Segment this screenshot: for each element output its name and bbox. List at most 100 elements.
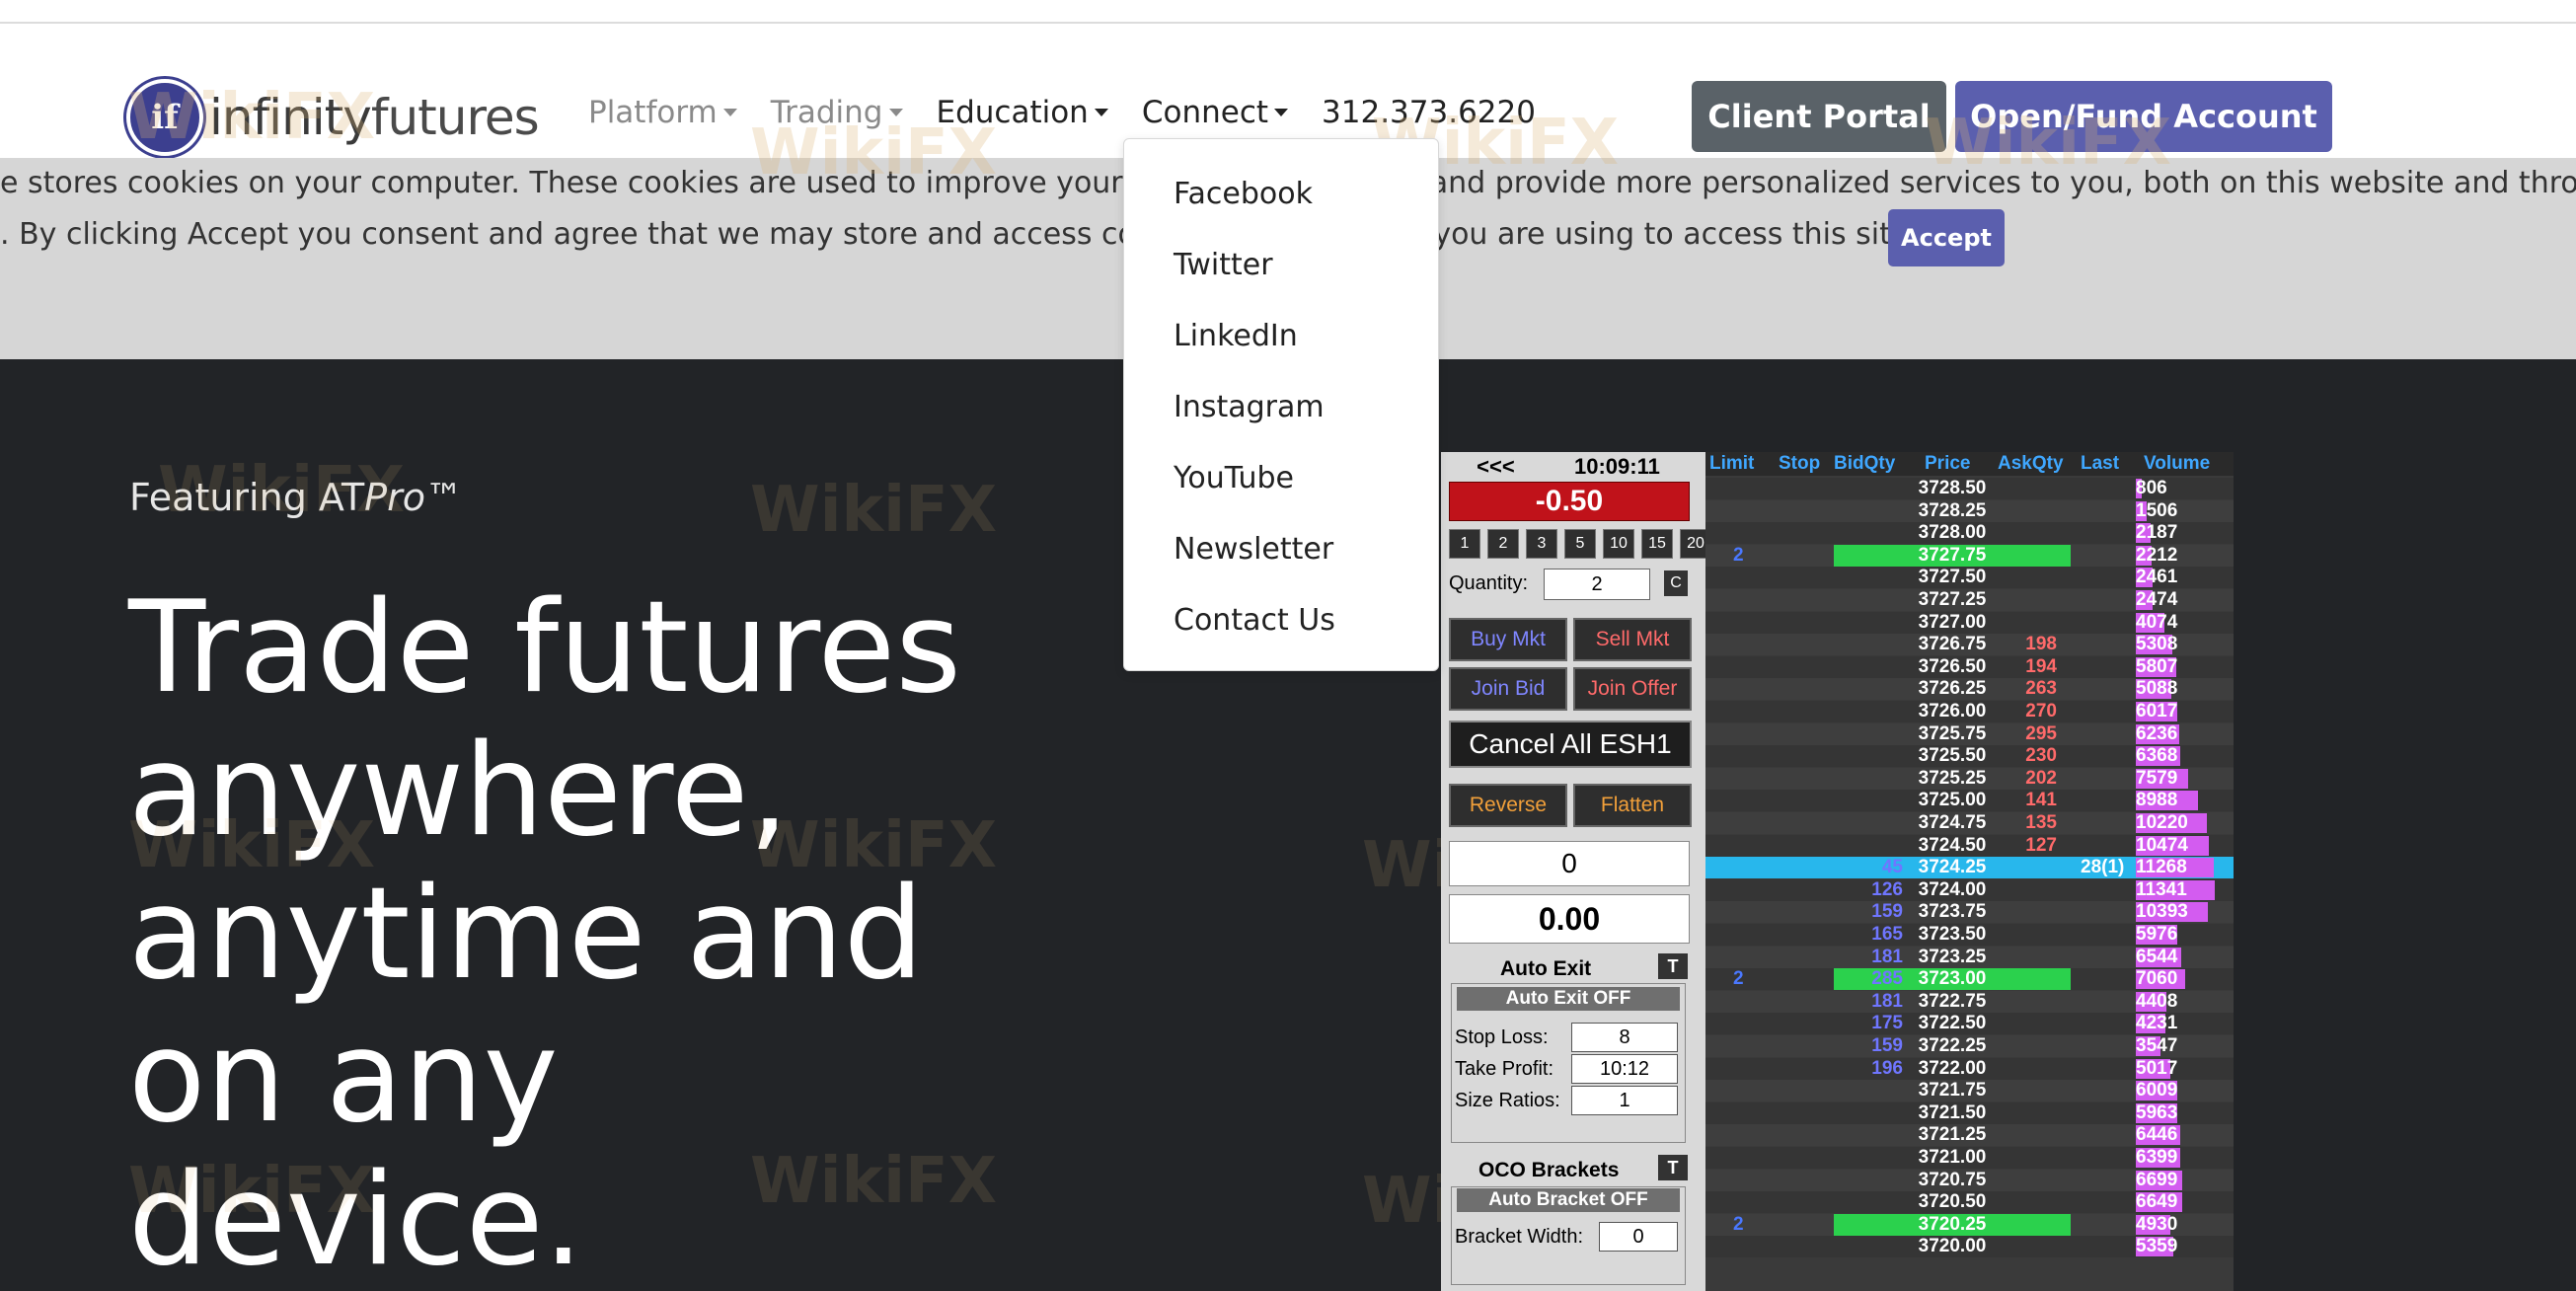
last-trade: 28(1): [2081, 857, 2125, 878]
ladder-row[interactable]: 3725.25 202 7579: [1705, 767, 2234, 790]
dropdown-item-facebook[interactable]: Facebook: [1174, 165, 1335, 236]
buy-market-button[interactable]: Buy Mkt: [1449, 618, 1567, 661]
price-cell: 3727.50: [1918, 567, 1987, 588]
stop-loss-label: Stop Loss:: [1455, 1026, 1549, 1048]
ladder-row[interactable]: 181 3722.75 4408: [1705, 990, 2234, 1013]
dropdown-item-linkedin[interactable]: LinkedIn: [1174, 307, 1335, 378]
ladder-row[interactable]: 3728.00 2187: [1705, 522, 2234, 545]
ask-qty: 194: [2025, 655, 2057, 677]
nav-platform[interactable]: Platform: [588, 95, 737, 130]
back-button[interactable]: <<<: [1477, 454, 1515, 480]
volume-cell: 6368: [2136, 745, 2178, 767]
price-cell: 3720.25: [1918, 1213, 1987, 1235]
open-fund-account-button[interactable]: Open/Fund Account: [1955, 81, 2332, 152]
price-cell: 3721.25: [1918, 1124, 1987, 1146]
ladder-row[interactable]: 3727.50 2461: [1705, 567, 2234, 589]
dropdown-item-newsletter[interactable]: Newsletter: [1174, 520, 1335, 591]
bracket-width-input[interactable]: 0: [1599, 1222, 1678, 1252]
ladder-row[interactable]: 3720.00 5359: [1705, 1236, 2234, 1258]
ladder-row[interactable]: 126 3724.00 11341: [1705, 878, 2234, 901]
ladder-row[interactable]: 3728.50 806: [1705, 478, 2234, 499]
cookie-text-line2: . By clicking Accept you consent and agr…: [0, 217, 1919, 252]
ladder-row[interactable]: 3726.00 270 6017: [1705, 701, 2234, 722]
client-portal-button[interactable]: Client Portal: [1692, 81, 1946, 152]
auto-exit-title: Auto Exit: [1500, 957, 1592, 980]
volume-cell: 1506: [2136, 499, 2178, 521]
nav-education[interactable]: Education: [937, 95, 1108, 130]
volume-cell: 6446: [2136, 1124, 2178, 1146]
ladder-row[interactable]: 3721.50 5963: [1705, 1101, 2234, 1124]
sell-market-button[interactable]: Sell Mkt: [1573, 618, 1692, 661]
ladder-row[interactable]: 3724.75 135 10220: [1705, 812, 2234, 834]
price-cell: 3724.25: [1918, 857, 1987, 878]
ladder-row[interactable]: 3721.00 6399: [1705, 1147, 2234, 1169]
reverse-button[interactable]: Reverse: [1449, 784, 1567, 827]
qty-preset-button[interactable]: 15: [1641, 529, 1673, 559]
volume-cell: 8988: [2136, 790, 2178, 811]
ladder-row[interactable]: 3725.50 230 6368: [1705, 745, 2234, 768]
bid-qty: 285: [1871, 968, 1903, 990]
ladder-row[interactable]: 3727.00 4074: [1705, 611, 2234, 634]
ladder-row[interactable]: 165 3723.50 5976: [1705, 924, 2234, 946]
volume-cell: 6544: [2136, 946, 2178, 967]
clear-quantity-button[interactable]: C: [1664, 570, 1688, 596]
qty-preset-button[interactable]: 2: [1487, 529, 1519, 559]
qty-preset-button[interactable]: 1: [1449, 529, 1480, 559]
volume-cell: 5359: [2136, 1236, 2178, 1257]
volume-cell: 7060: [2136, 968, 2178, 990]
ladder-row[interactable]: 3726.50 194 5807: [1705, 655, 2234, 678]
ladder-row[interactable]: 3721.25 6446: [1705, 1124, 2234, 1147]
qty-preset-button[interactable]: 10: [1603, 529, 1634, 559]
ladder-row[interactable]: 175 3722.50 4231: [1705, 1013, 2234, 1035]
ladder-row[interactable]: 3720.50 6649: [1705, 1191, 2234, 1214]
ladder-row[interactable]: 3728.25 1506: [1705, 499, 2234, 522]
size-ratios-input[interactable]: 1: [1571, 1086, 1678, 1115]
ladder-row[interactable]: 3725.00 141 8988: [1705, 790, 2234, 812]
ladder-row[interactable]: 196 3722.00 5017: [1705, 1057, 2234, 1080]
logo[interactable]: if infinityfutures: [126, 79, 540, 156]
take-profit-input[interactable]: 10:12: [1571, 1054, 1678, 1084]
quantity-input[interactable]: 2: [1544, 569, 1650, 600]
caret-down-icon: [722, 109, 737, 116]
qty-preset-button[interactable]: 3: [1526, 529, 1557, 559]
ladder-header-limit: Limit: [1709, 453, 1755, 474]
auto-bracket-off-button[interactable]: Auto Bracket OFF: [1457, 1188, 1680, 1212]
join-bid-button[interactable]: Join Bid: [1449, 667, 1567, 711]
ladder-row[interactable]: 159 3722.25 3547: [1705, 1035, 2234, 1057]
join-offer-button[interactable]: Join Offer: [1573, 667, 1692, 711]
ladder-row[interactable]: 3726.25 263 5088: [1705, 678, 2234, 701]
position-display: 0: [1449, 841, 1690, 886]
ladder-row[interactable]: 3727.25 2474: [1705, 589, 2234, 611]
ladder-row[interactable]: 2 285 3723.00 7060: [1705, 968, 2234, 991]
headline-line: anytime and: [128, 861, 924, 1008]
stop-loss-input[interactable]: 8: [1571, 1023, 1678, 1052]
price-cell: 3722.00: [1918, 1057, 1987, 1079]
ladder-row[interactable]: 3720.75 6699: [1705, 1169, 2234, 1191]
dropdown-item-instagram[interactable]: Instagram: [1174, 378, 1335, 449]
flatten-button[interactable]: Flatten: [1573, 784, 1692, 827]
cancel-all-button[interactable]: Cancel All ESH1: [1449, 721, 1692, 768]
auto-exit-off-button[interactable]: Auto Exit OFF: [1457, 987, 1680, 1011]
ladder-row[interactable]: 3726.75 198 5308: [1705, 634, 2234, 656]
phone-link[interactable]: 312.373.6220: [1322, 95, 1536, 130]
ladder-row[interactable]: 45 3724.25 28(1) 11268: [1705, 857, 2234, 879]
dropdown-item-twitter[interactable]: Twitter: [1174, 236, 1335, 307]
oco-toggle-button[interactable]: T: [1658, 1155, 1688, 1180]
price-cell: 3728.50: [1918, 478, 1987, 498]
nav-trading[interactable]: Trading: [771, 95, 903, 130]
accept-cookies-button[interactable]: Accept: [1888, 209, 2005, 266]
ladder-row[interactable]: 2 3727.75 2212: [1705, 544, 2234, 567]
dropdown-item-youtube[interactable]: YouTube: [1174, 449, 1335, 520]
ladder-row[interactable]: 3724.50 127 10474: [1705, 834, 2234, 857]
dropdown-item-contact-us[interactable]: Contact Us: [1174, 591, 1335, 662]
ladder-row[interactable]: 181 3723.25 6544: [1705, 946, 2234, 968]
ladder-row[interactable]: 3725.75 295 6236: [1705, 722, 2234, 745]
ladder-row[interactable]: 2 3720.25 4930: [1705, 1213, 2234, 1236]
qty-preset-button[interactable]: 5: [1564, 529, 1596, 559]
bid-qty: 45: [1881, 857, 1903, 878]
volume-cell: 4074: [2136, 611, 2178, 633]
ladder-row[interactable]: 3721.75 6009: [1705, 1080, 2234, 1102]
auto-exit-toggle-button[interactable]: T: [1658, 953, 1688, 979]
ladder-row[interactable]: 159 3723.75 10393: [1705, 901, 2234, 924]
nav-connect[interactable]: Connect: [1142, 95, 1289, 130]
